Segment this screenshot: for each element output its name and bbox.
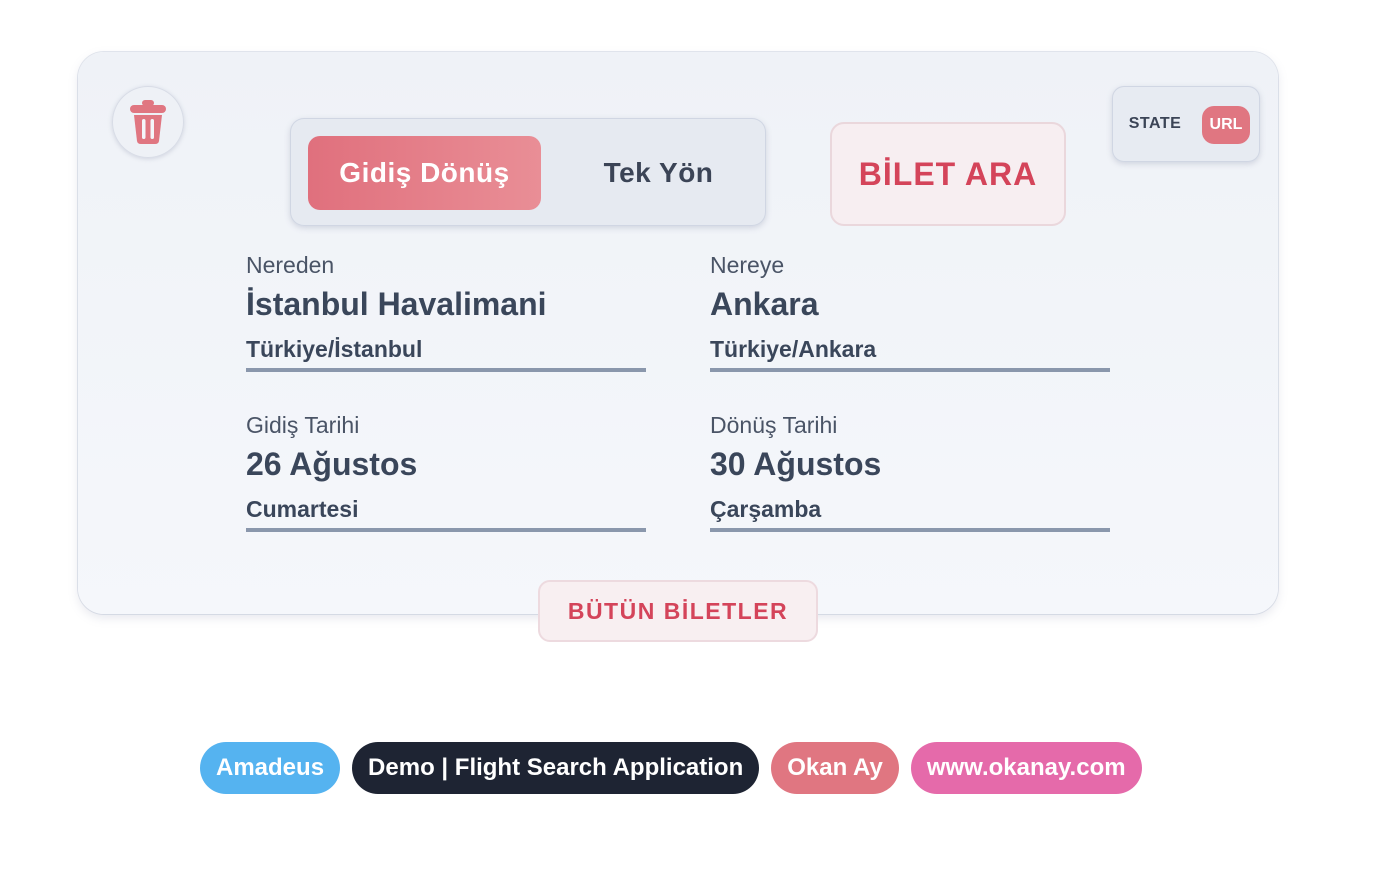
return-date-label: Dönüş Tarihi <box>710 412 838 438</box>
mode-state-option[interactable]: STATE <box>1126 110 1184 138</box>
return-date: 30 Ağustos <box>710 446 882 482</box>
return-date-field[interactable]: Dönüş Tarihi 30 Ağustos Çarşamba <box>710 412 1110 532</box>
badge-amadeus[interactable]: Amadeus <box>200 742 341 794</box>
search-tickets-button[interactable]: BİLET ARA <box>830 122 1066 226</box>
origin-airport: İstanbul Havalimani <box>246 286 547 322</box>
trip-type-one-way[interactable]: Tek Yön <box>542 136 775 210</box>
origin-field[interactable]: Nereden İstanbul Havalimani Türkiye/İsta… <box>246 252 646 372</box>
badge-website[interactable]: www.okanay.com <box>910 742 1142 794</box>
badge-author[interactable]: Okan Ay <box>771 742 899 794</box>
trip-type-round-trip[interactable]: Gidiş Dönüş <box>308 136 541 210</box>
destination-label: Nereye <box>710 252 785 278</box>
return-weekday: Çarşamba <box>710 496 822 522</box>
flight-search-card: Gidiş Dönüş Tek Yön BİLET ARA STATE URL … <box>78 52 1278 614</box>
state-url-switch: STATE URL <box>1112 86 1260 162</box>
departure-date-field[interactable]: Gidiş Tarihi 26 Ağustos Cumartesi <box>246 412 646 532</box>
clear-button[interactable] <box>112 86 184 158</box>
mode-url-option[interactable]: URL <box>1202 106 1250 144</box>
departure-date-label: Gidiş Tarihi <box>246 412 360 438</box>
badge-demo[interactable]: Demo | Flight Search Application <box>352 742 760 794</box>
origin-location: Türkiye/İstanbul <box>246 336 423 362</box>
footer-badges: Amadeus Demo | Flight Search Application… <box>200 742 1142 794</box>
departure-weekday: Cumartesi <box>246 496 359 522</box>
destination-airport: Ankara <box>710 286 819 322</box>
departure-date: 26 Ağustos <box>246 446 418 482</box>
trip-type-toggle: Gidiş Dönüş Tek Yön <box>290 118 766 226</box>
origin-label: Nereden <box>246 252 335 278</box>
destination-location: Türkiye/Ankara <box>710 336 877 362</box>
trash-icon <box>130 100 166 144</box>
all-tickets-button[interactable]: BÜTÜN BİLETLER <box>538 580 818 642</box>
destination-field[interactable]: Nereye Ankara Türkiye/Ankara <box>710 252 1110 372</box>
